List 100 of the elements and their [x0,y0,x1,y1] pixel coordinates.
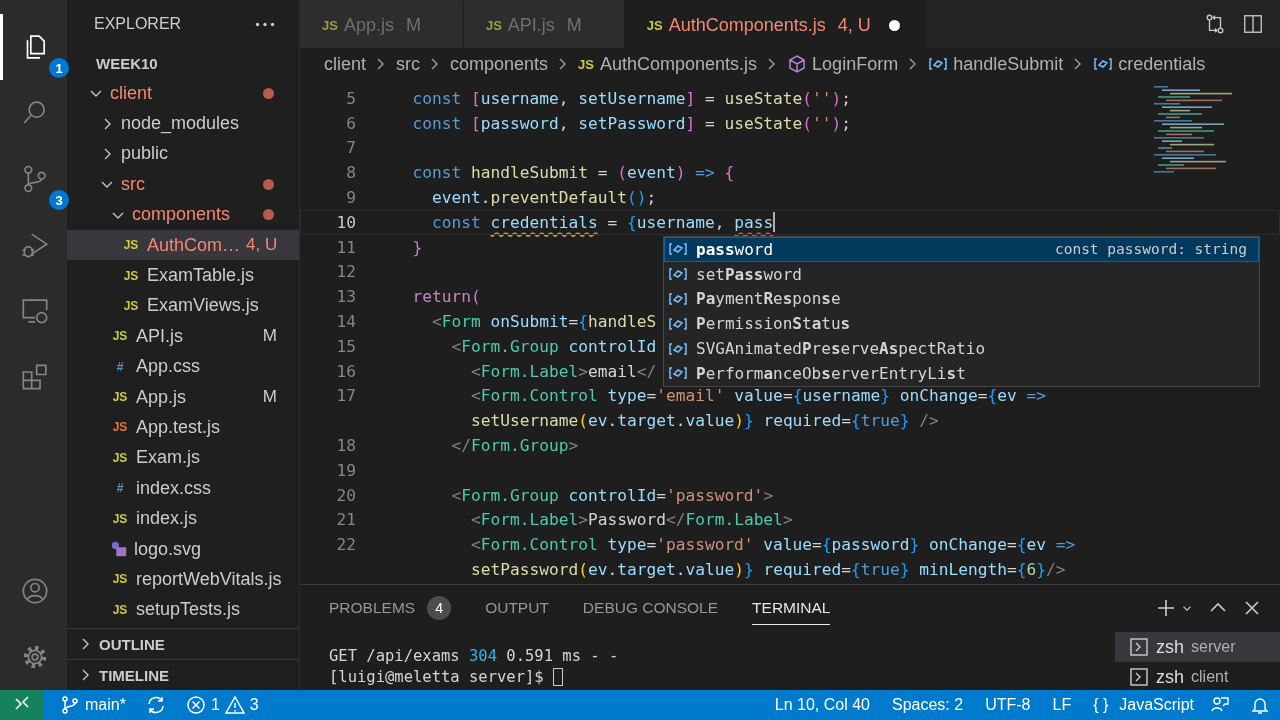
line-number: 8 [345,163,357,183]
bell-icon[interactable] [1250,695,1270,715]
breadcrumb-item[interactable]: src [396,53,421,75]
file-name: index.js [136,508,198,530]
remote-icon[interactable] [0,690,44,720]
status-item[interactable]: UTF-8 [985,696,1031,714]
section-header[interactable]: OUTLINE [67,628,299,659]
panel-tab[interactable]: OUTPUT [485,591,549,625]
tree-item[interactable]: JS AuthCom… 4, U [67,229,299,261]
tree-item[interactable]: client [67,78,299,109]
terminal-line: [luigi@meletta server]$ [329,666,1115,687]
section-title: OUTLINE [99,635,165,653]
extensions-icon[interactable] [20,362,50,392]
tree-item[interactable]: JS setupTests.js [67,594,299,626]
plus-icon[interactable] [1156,598,1176,618]
account-icon[interactable] [20,576,50,606]
status-item[interactable]: LF [1052,696,1072,714]
tree-item[interactable]: JS ExamTable.js [67,260,299,291]
breadcrumb-item[interactable]: credentials [1118,53,1206,75]
code-line: <Form.Group controlId='password'> [450,485,774,505]
tree-item[interactable]: JS App.js M [67,381,299,413]
line-number: 19 [335,460,357,480]
warning-icon [224,695,245,715]
terminal-item[interactable]: zsh server [1115,632,1280,662]
branch-icon [60,695,80,715]
breadcrumb-item[interactable]: AuthComponents.js [600,53,758,75]
line-number: 13 [335,287,357,307]
suggestion-item[interactable]: setPassword [664,261,1259,287]
branch-button[interactable]: main* [60,695,126,715]
shell-name: zsh [1156,636,1184,658]
code-line: const [password, setPassword] = useState(''); [411,113,852,133]
tree-item[interactable]: public [67,138,299,170]
remote-explorer-icon[interactable] [20,296,50,326]
tree-item[interactable]: JS Exam.js [67,442,299,474]
status-item[interactable]: Ln 10, Col 40 [774,696,870,714]
file-name: ExamTable.js [147,265,255,287]
status-item[interactable]: Spaces: 2 [892,696,964,714]
suggestion-item[interactable]: password const password: string [664,237,1259,262]
tree-item[interactable]: logo.svg [67,533,299,565]
git-status: M [262,326,277,347]
tab-label: OUTPUT [485,598,549,617]
status-dot [263,178,274,190]
tree-item[interactable]: # App.css [67,351,299,382]
more-icon[interactable] [255,21,275,27]
suggestion-item[interactable]: PerformanceObserverEntryList [664,361,1259,386]
file-type-icon: JS [121,238,141,253]
tab-title: App.js [343,14,394,36]
file-name: client [110,82,153,104]
split-editor-icon[interactable] [1242,13,1264,35]
panel-tab[interactable]: DEBUG CONSOLE [582,591,719,625]
panel-tab[interactable]: PROBLEMS 4 [329,591,452,625]
suggestion-item[interactable]: PermissionStatus [664,311,1259,337]
file-type-icon: JS [485,17,502,33]
text-cursor [773,212,776,233]
line-number: 9 [345,188,357,208]
file-type-icon: JS [110,390,130,405]
terminal-icon [1129,667,1149,687]
breadcrumb-item[interactable]: client [324,53,367,75]
terminal-name: client [1191,668,1229,686]
tree-item[interactable]: components [67,199,299,230]
tree-item[interactable]: JS reportWebVitals.js [67,564,299,595]
tree-item[interactable]: JS App.test.js [67,412,299,443]
terminal-item[interactable]: zsh client [1115,662,1280,692]
line-number: 22 [335,535,357,555]
suggestion-label: password [696,239,774,259]
editor-tab[interactable]: JS AuthComponents.js 4, U [624,0,925,48]
tree-item[interactable]: src [67,169,299,200]
file-name: components [132,204,231,226]
tree-item[interactable]: JS API.js M [67,321,299,352]
suggestion-item[interactable]: PaymentResponse [664,286,1259,312]
file-name: App.test.js [136,417,221,438]
tree-item[interactable]: node_modules [67,108,299,139]
file-type-icon: JS [121,298,141,313]
breadcrumb-item[interactable]: LoginForm [812,53,899,75]
compare-changes-icon[interactable] [1204,13,1226,35]
tree-item[interactable]: # index.css [67,473,299,504]
code-line: setUsername(ev.target.value)} required={true} /> [469,411,939,431]
tab-label: TERMINAL [752,598,831,617]
file-name: API.js [136,325,183,347]
panel-tab[interactable]: TERMINAL [752,591,831,625]
workspace-title[interactable]: WEEK10 [96,54,158,72]
code-line: <Form.Control type='email' value={username} onChange={ev => [469,386,1047,406]
line-number: 14 [335,312,357,332]
tree-item[interactable]: JS index.js [67,503,299,534]
sync-icon[interactable] [145,695,166,715]
breadcrumb-item[interactable]: handleSubmit [953,53,1064,75]
file-type-icon: JS [110,420,130,435]
code-line: } [411,237,423,257]
tree-item[interactable]: JS ExamViews.js [67,290,299,322]
editor-tab[interactable]: JS App.js M [300,0,464,48]
language-button[interactable]: { } JavaScript [1093,696,1194,714]
unsaved-dot[interactable] [888,19,900,31]
code-line: setPassword(ev.target.value)} required={true} minLength={6}/> [469,560,1066,580]
file-name: Exam.js [136,447,200,469]
suggestion-label: PerformanceObserverEntryList [696,363,966,383]
problems-button[interactable]: 1 3 [185,695,259,715]
breadcrumb-item[interactable]: components [450,53,549,75]
suggestion-item[interactable]: SVGAnimatedPreserveAspectRatio [664,336,1259,361]
editor-tab[interactable]: JS API.js M [463,0,625,48]
file-name: App.js [136,386,187,408]
